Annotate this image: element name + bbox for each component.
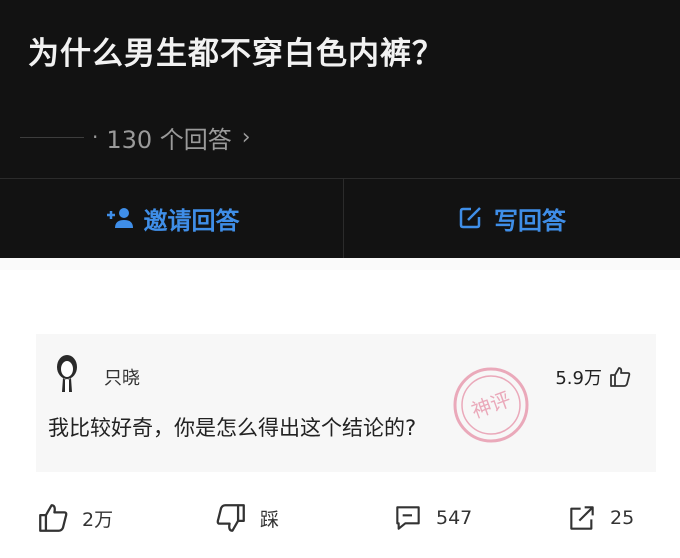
invite-answer-button[interactable]: 邀请回答 [0,178,343,258]
comment-likes-count: 5.9万 [555,368,602,389]
thumbs-up-icon [39,504,68,532]
write-answer-label: 写回答 [494,206,566,235]
thumbs-down-icon [216,504,245,532]
hot-comment-stamp: 神评 [453,367,529,443]
edit-icon [459,207,481,229]
upvote-button[interactable]: 2万 [36,500,113,536]
downvote-button[interactable]: 踩 [214,500,279,536]
share-button[interactable]: 25 [566,500,634,536]
add-person-icon [106,208,133,228]
write-answer-button[interactable]: 写回答 [344,178,680,258]
share-count: 25 [610,507,635,529]
comment-count: 547 [436,507,473,529]
invite-answer-label: 邀请回答 [143,206,240,235]
avatar[interactable] [50,352,84,394]
chevron-right-icon[interactable]: › [242,125,251,150]
comment-text: 我比较好奇，你是怎么得出这个结论的? [48,416,417,440]
comment-author[interactable]: 只晓 [104,364,140,390]
question-title[interactable]: 为什么男生都不穿白色内裤？ [28,28,444,73]
comment-card[interactable] [36,334,656,472]
share-icon [570,506,594,530]
upvote-count: 2万 [82,508,114,531]
section-separator [0,258,680,270]
downvote-label: 踩 [260,508,280,531]
meta-divider-line [20,136,84,138]
comment-button[interactable]: 547 [392,500,472,536]
comment-likes[interactable]: 5.9万 [555,364,632,390]
comment-icon [396,506,420,530]
stamp-text: 神评 [468,387,514,423]
answers-count[interactable]: 130 个回答 [106,120,231,155]
thumbs-up-icon [610,367,631,387]
meta-dot: · [92,125,99,149]
answers-meta[interactable]: · 130 个回答 › [20,120,251,155]
